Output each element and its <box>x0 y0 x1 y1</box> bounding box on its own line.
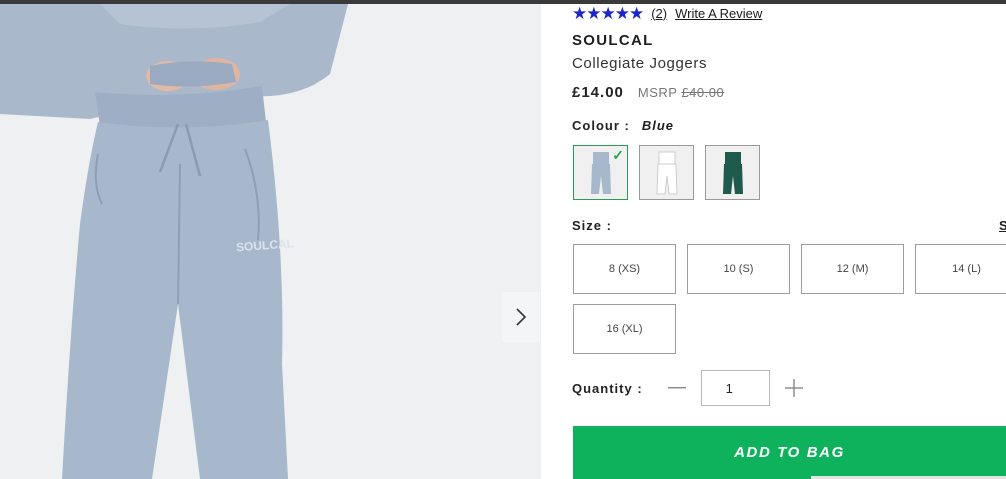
quantity-label: Quantity : <box>572 380 643 396</box>
colour-row: Colour : Blue <box>572 118 674 133</box>
chevron-right-icon <box>516 308 527 326</box>
current-price: £14.00 <box>572 84 624 101</box>
product-image-gallery[interactable]: SOULCAL <box>0 4 541 479</box>
size-option-12-m[interactable]: 12 (M) <box>801 244 904 294</box>
quantity-input[interactable] <box>700 370 770 406</box>
swatch-white[interactable] <box>639 145 694 200</box>
msrp: MSRP £40.00 <box>638 85 724 100</box>
gallery-next-button[interactable] <box>502 292 540 342</box>
review-count-link[interactable]: (2) <box>651 6 667 21</box>
add-to-bag-button[interactable]: ADD TO BAG <box>573 426 1006 479</box>
add-to-bag-label: ADD TO BAG <box>734 444 845 461</box>
minus-icon[interactable] <box>665 376 689 400</box>
price-row: £14.00 MSRP £40.00 <box>572 84 724 101</box>
write-review-link[interactable]: Write A Review <box>675 6 762 21</box>
size-option-10-s[interactable]: 10 (S) <box>687 244 790 294</box>
colour-swatches: ✓ <box>573 145 760 200</box>
swatch-image-white <box>655 151 678 195</box>
msrp-label: MSRP <box>637 85 678 100</box>
product-image: SOULCAL <box>0 4 541 479</box>
swatch-blue[interactable]: ✓ <box>573 145 628 200</box>
selected-colour: Blue <box>641 118 674 133</box>
quantity-row: Quantity : <box>572 370 806 406</box>
size-option-14-l[interactable]: 14 (L) <box>915 244 1006 294</box>
size-option-16-xl[interactable]: 16 (XL) <box>573 304 676 354</box>
colour-label: Colour : <box>572 118 630 133</box>
size-guide-link[interactable]: S <box>999 218 1006 233</box>
size-label: Size : <box>572 218 612 233</box>
product-name: Collegiate Joggers <box>572 55 708 72</box>
plus-icon[interactable] <box>782 376 806 400</box>
star-rating-icon: ★★★★★ <box>572 3 644 23</box>
swatch-image-green <box>722 152 743 194</box>
size-options: 8 (XS) 10 (S) 12 (M) 14 (L) 16 (XL) <box>573 244 1006 354</box>
product-brand[interactable]: SOULCAL <box>572 32 654 49</box>
check-icon: ✓ <box>612 147 624 163</box>
size-option-8-xs[interactable]: 8 (XS) <box>573 244 676 294</box>
original-price: £40.00 <box>681 85 725 100</box>
rating-row: ★★★★★ (2) Write A Review <box>572 4 762 22</box>
swatch-green[interactable] <box>705 145 760 200</box>
